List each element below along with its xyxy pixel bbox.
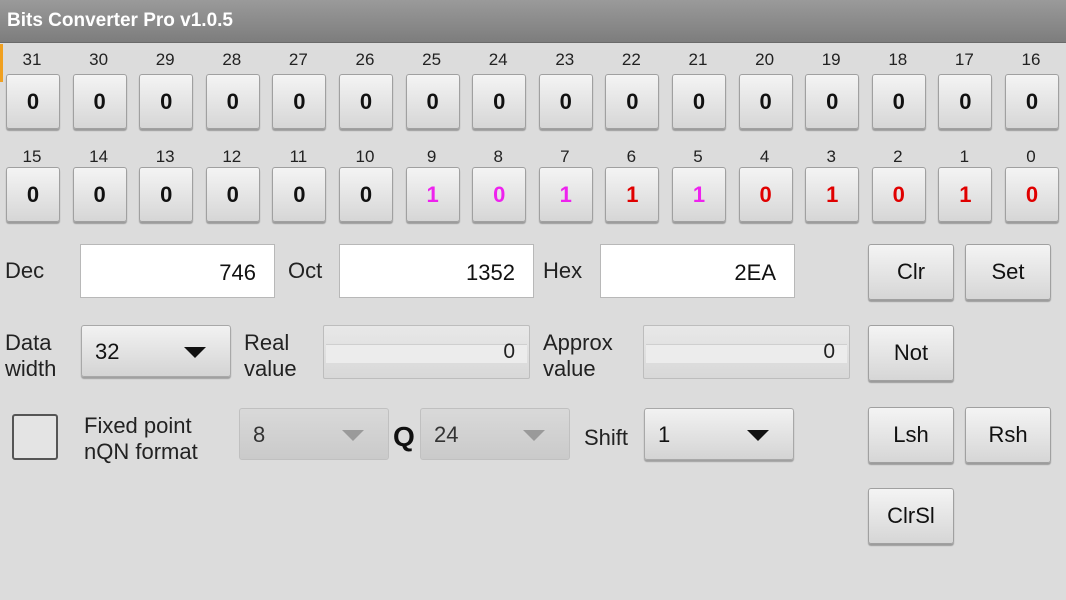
focus-indicator bbox=[0, 44, 3, 82]
bit-index-label: 24 bbox=[488, 50, 508, 69]
bit-toggle-12[interactable]: 0 bbox=[205, 167, 260, 222]
approx-value-field: 0 bbox=[643, 325, 850, 379]
q-label: Q bbox=[393, 421, 415, 452]
not-button[interactable]: Not bbox=[868, 325, 954, 381]
bit-toggle-26[interactable]: 0 bbox=[339, 74, 393, 129]
bit-toggle-5[interactable]: 1 bbox=[672, 167, 726, 222]
bit-index-label: 3 bbox=[826, 147, 836, 166]
clear-button[interactable]: Clr bbox=[868, 244, 954, 300]
bit-toggle-11[interactable]: 0 bbox=[272, 167, 327, 222]
bit-index-label: 28 bbox=[222, 50, 242, 69]
dec-label: Dec bbox=[5, 258, 45, 283]
bit-toggle-20[interactable]: 0 bbox=[738, 74, 793, 129]
right-shift-button[interactable]: Rsh bbox=[965, 407, 1051, 463]
dec-input[interactable]: 746 bbox=[80, 244, 275, 298]
bit-index-label: 0 bbox=[1026, 147, 1036, 166]
bit-index-label: 13 bbox=[155, 147, 175, 166]
title-bar: Bits Converter Pro v1.0.5 bbox=[0, 0, 1066, 43]
bit-index-label: 22 bbox=[621, 50, 641, 69]
data-width-label: Data width bbox=[5, 330, 57, 381]
bit-toggle-16[interactable]: 0 bbox=[1005, 74, 1059, 129]
bit-index-label: 4 bbox=[759, 147, 770, 166]
real-value-label: Real value bbox=[244, 330, 297, 381]
bit-toggle-8[interactable]: 0 bbox=[472, 167, 527, 222]
bit-toggle-6[interactable]: 1 bbox=[605, 167, 660, 222]
bit-toggle-4[interactable]: 0 bbox=[738, 167, 793, 222]
bit-index-label: 18 bbox=[888, 50, 908, 69]
bit-toggle-14[interactable]: 0 bbox=[72, 167, 127, 222]
bit-toggle-15[interactable]: 0 bbox=[6, 167, 60, 222]
bit-index-label: 29 bbox=[155, 50, 175, 69]
bit-index-label: 26 bbox=[355, 50, 375, 69]
bit-index-label: 30 bbox=[89, 50, 109, 69]
bit-index-label: 1 bbox=[959, 147, 970, 166]
dropdown-arrow-icon bbox=[342, 430, 364, 441]
dropdown-arrow-icon bbox=[184, 347, 206, 358]
bit-toggle-13[interactable]: 0 bbox=[139, 167, 194, 222]
bit-index-label: 25 bbox=[422, 50, 442, 69]
bit-index-label: 21 bbox=[688, 50, 708, 69]
fixed-point-label: Fixed point nQN format bbox=[84, 413, 198, 464]
set-button[interactable]: Set bbox=[965, 244, 1051, 300]
app-title: Bits Converter Pro v1.0.5 bbox=[7, 10, 233, 31]
hex-input[interactable]: 2EA bbox=[600, 244, 795, 298]
bit-toggle-18[interactable]: 0 bbox=[871, 74, 926, 129]
bit-index-label: 6 bbox=[626, 147, 637, 166]
hex-label: Hex bbox=[543, 258, 583, 283]
fixed-point-n-select[interactable]: 8 bbox=[239, 408, 389, 460]
fixed-point-q-select[interactable]: 24 bbox=[420, 408, 570, 460]
oct-label: Oct bbox=[288, 258, 323, 283]
bit-index-label: 16 bbox=[1021, 50, 1041, 69]
bit-index-label: 12 bbox=[222, 147, 242, 166]
shift-select[interactable]: 1 bbox=[644, 408, 794, 460]
bit-toggle-3[interactable]: 1 bbox=[805, 167, 860, 222]
bit-index-label: 7 bbox=[560, 147, 570, 166]
bit-toggle-10[interactable]: 0 bbox=[339, 167, 393, 222]
bit-toggle-7[interactable]: 1 bbox=[538, 167, 593, 222]
bit-index-label: 5 bbox=[693, 147, 703, 166]
left-shift-button[interactable]: Lsh bbox=[868, 407, 954, 463]
bit-toggle-29[interactable]: 0 bbox=[139, 74, 194, 129]
bit-index-label: 10 bbox=[355, 147, 375, 166]
fixed-point-checkbox[interactable] bbox=[12, 414, 58, 460]
oct-input[interactable]: 1352 bbox=[339, 244, 534, 298]
bit-index-label: 15 bbox=[22, 147, 42, 166]
bit-toggle-27[interactable]: 0 bbox=[272, 74, 327, 129]
bit-toggle-31[interactable]: 0 bbox=[6, 74, 60, 129]
bit-index-label: 14 bbox=[89, 147, 109, 166]
bit-index-label: 9 bbox=[426, 147, 437, 166]
bit-index-label: 2 bbox=[893, 147, 903, 166]
bit-toggle-21[interactable]: 0 bbox=[672, 74, 726, 129]
bit-toggle-0[interactable]: 0 bbox=[1005, 167, 1059, 222]
bit-index-label: 27 bbox=[288, 50, 308, 69]
bit-toggle-28[interactable]: 0 bbox=[205, 74, 260, 129]
dropdown-arrow-icon bbox=[747, 430, 769, 441]
bit-toggle-19[interactable]: 0 bbox=[805, 74, 860, 129]
bit-toggle-9[interactable]: 1 bbox=[405, 167, 460, 222]
bit-toggle-24[interactable]: 0 bbox=[472, 74, 527, 129]
bit-index-label: 17 bbox=[954, 50, 974, 69]
bit-index-label: 31 bbox=[22, 50, 42, 69]
data-width-select[interactable]: 32 bbox=[81, 325, 231, 377]
bit-index-label: 8 bbox=[493, 147, 503, 166]
bit-index-label: 19 bbox=[821, 50, 841, 69]
bit-toggle-23[interactable]: 0 bbox=[538, 74, 593, 129]
bit-toggle-17[interactable]: 0 bbox=[938, 74, 993, 129]
bit-toggle-2[interactable]: 0 bbox=[871, 167, 926, 222]
bit-index-label: 23 bbox=[555, 50, 575, 69]
clear-shift-button[interactable]: ClrSl bbox=[868, 488, 954, 544]
approx-value-label: Approx value bbox=[543, 330, 613, 381]
dropdown-arrow-icon bbox=[523, 430, 545, 441]
bit-toggle-30[interactable]: 0 bbox=[72, 74, 127, 129]
bit-toggle-1[interactable]: 1 bbox=[938, 167, 993, 222]
real-value-field: 0 bbox=[323, 325, 530, 379]
bit-index-label: 20 bbox=[755, 50, 775, 69]
bit-toggle-25[interactable]: 0 bbox=[405, 74, 460, 129]
bit-index-label: 11 bbox=[289, 147, 308, 166]
shift-label: Shift bbox=[584, 425, 629, 450]
bit-toggle-22[interactable]: 0 bbox=[605, 74, 660, 129]
